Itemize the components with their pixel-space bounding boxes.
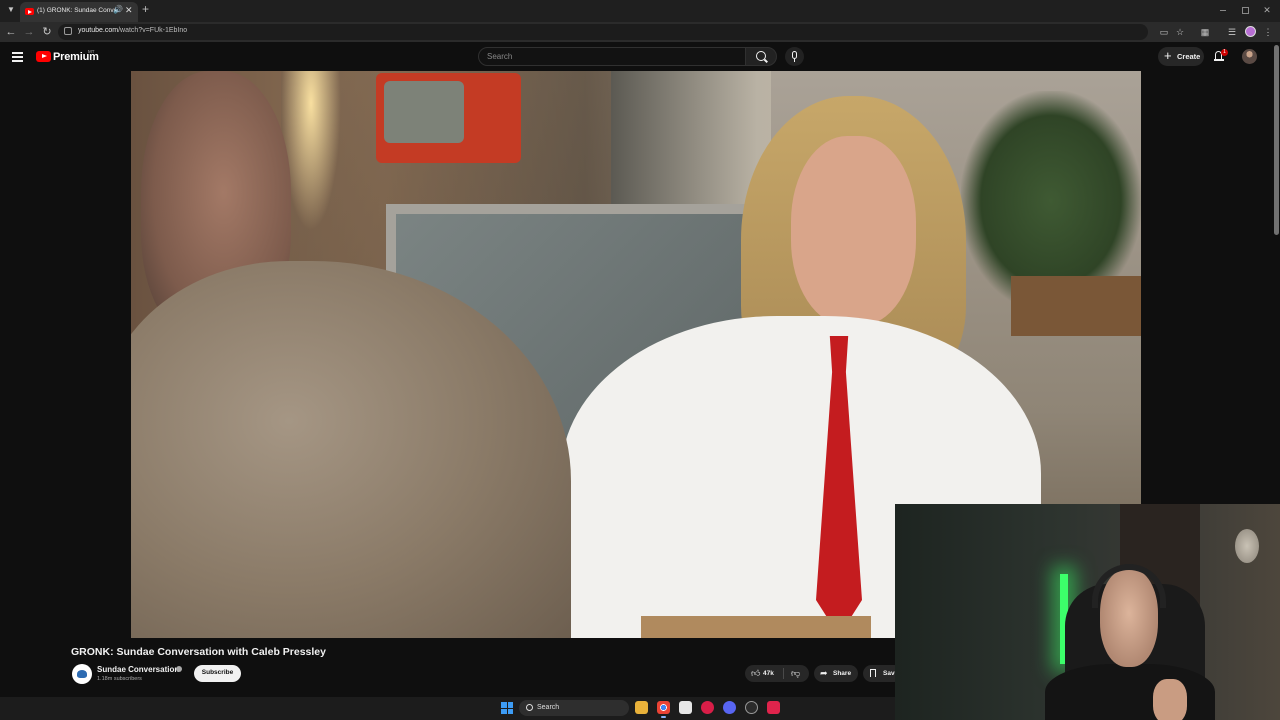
hamburger-menu-icon[interactable] (12, 52, 23, 62)
app-icon-red-circle[interactable] (701, 701, 714, 714)
app-icon-blue[interactable] (723, 701, 736, 714)
account-avatar[interactable] (1242, 49, 1257, 64)
search-icon (756, 51, 766, 61)
channel-name[interactable]: Sundae Conversation (97, 665, 179, 674)
browser-toolbar: ← → ↻ youtube.com/watch?v=FUk-1EbIno ▭ ☆… (0, 22, 1280, 42)
plus-icon: + (1164, 48, 1172, 63)
page-scrollbar-thumb[interactable] (1274, 45, 1279, 235)
cast-icon[interactable]: ▭ (1157, 25, 1171, 39)
subscriber-count: 1.18m subscribers (97, 676, 142, 682)
file-explorer-icon[interactable] (635, 701, 648, 714)
webcam-person-hand (1153, 679, 1187, 720)
webcam-overlay (895, 504, 1280, 720)
country-code: MT (88, 49, 95, 54)
create-button[interactable]: + Create (1158, 47, 1204, 66)
browser-tab-strip: ▼ (1) GRONK: Sundae Conversation with Ca… (0, 0, 1280, 22)
verified-check-icon (176, 666, 182, 672)
taskbar-search-box[interactable]: Search (519, 700, 629, 716)
media-controls-icon[interactable]: ☰ (1225, 25, 1239, 39)
taskbar-search-label: Search (537, 704, 560, 711)
tab-search-chevron-icon[interactable]: ▼ (4, 3, 18, 17)
like-count[interactable]: 47k (763, 670, 774, 677)
chrome-icon[interactable] (657, 701, 670, 718)
video-title: GRONK: Sundae Conversation with Caleb Pr… (71, 646, 326, 658)
new-tab-button[interactable]: + (142, 2, 149, 16)
like-divider (783, 668, 784, 679)
url-path: /watch?v=FUk-1EbIno (118, 27, 188, 34)
webcam-person-body (1045, 664, 1215, 720)
notification-badge: 1 (1221, 49, 1228, 56)
address-bar[interactable]: youtube.com/watch?v=FUk-1EbIno (58, 24, 1148, 40)
url-text: youtube.com/watch?v=FUk-1EbIno (78, 27, 187, 34)
search-placeholder: Search (487, 52, 513, 61)
save-playlist-icon (870, 669, 876, 677)
share-button[interactable]: ➦ Share (814, 665, 858, 682)
thumbs-up-icon[interactable]: 👍︎ (751, 668, 760, 679)
subscribe-label: Subscribe (201, 669, 234, 676)
extensions-icon[interactable]: ▦ (1198, 25, 1212, 39)
search-input[interactable]: Search (478, 47, 746, 66)
reload-icon[interactable]: ↻ (39, 24, 55, 40)
search-button[interactable] (745, 47, 777, 66)
youtube-logo-icon[interactable] (36, 51, 51, 62)
like-dislike-group: 👍︎ 47k 👎︎ (745, 665, 809, 682)
youtube-favicon-icon (25, 8, 34, 15)
store-icon[interactable] (679, 701, 692, 714)
browser-profile-avatar[interactable] (1245, 26, 1256, 37)
app-icon-settings[interactable] (745, 701, 758, 714)
share-arrow-icon: ➦ (820, 668, 828, 678)
url-host: youtube.com (78, 27, 119, 34)
back-arrow-icon[interactable]: ← (3, 24, 19, 40)
window-maximize-button[interactable] (1234, 0, 1256, 20)
create-label: Create (1177, 52, 1201, 61)
video-person-left (131, 71, 571, 638)
share-label: Share (833, 670, 852, 677)
browser-menu-icon[interactable]: ⋮ (1261, 25, 1275, 39)
windows-taskbar: Search (0, 697, 895, 720)
tab-close-icon[interactable]: ✕ (125, 5, 133, 16)
tab-title: (1) GRONK: Sundae Conversation with Cale… (37, 7, 117, 14)
forward-arrow-icon[interactable]: → (21, 24, 37, 40)
window-close-button[interactable]: ✕ (1256, 0, 1278, 20)
browser-tab-youtube[interactable]: (1) GRONK: Sundae Conversation with Cale… (20, 2, 138, 22)
window-minimize-button[interactable] (1212, 0, 1234, 20)
speaker-icon[interactable]: 🔊 (113, 5, 123, 14)
app-icon-red-square[interactable] (767, 701, 780, 714)
thumbs-down-icon[interactable]: 👎︎ (791, 668, 800, 679)
voice-search-mic-icon[interactable] (785, 47, 804, 66)
windows-start-icon[interactable] (501, 702, 513, 714)
bookmark-star-icon[interactable]: ☆ (1173, 25, 1187, 39)
site-info-icon[interactable] (64, 27, 72, 35)
youtube-header: Premium MT Search + Create 1 (0, 42, 1280, 71)
webcam-scene-lamp (1235, 529, 1259, 563)
subscribe-button[interactable]: Subscribe (194, 665, 241, 682)
channel-avatar[interactable] (72, 664, 92, 684)
taskbar-search-icon (526, 704, 533, 711)
